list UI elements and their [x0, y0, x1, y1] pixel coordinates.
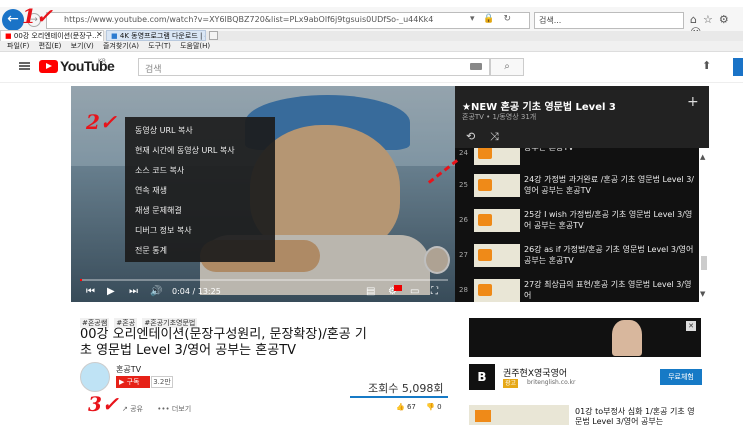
close-icon[interactable]: ✕ — [96, 30, 103, 39]
search-icon: ⌕ — [504, 61, 510, 72]
ctx-stats[interactable]: 전문 통계 — [125, 241, 275, 261]
share-button[interactable]: 공유 — [130, 405, 143, 413]
menu-file[interactable]: 파일(F) — [7, 41, 29, 51]
browser-search-field[interactable]: 검색... — [534, 12, 684, 29]
previous-icon[interactable]: ⏮ — [86, 286, 95, 297]
scroll-up-icon[interactable]: ▲ — [700, 153, 705, 161]
next-icon[interactable]: ⏭ — [129, 286, 138, 297]
ctx-loop[interactable]: 연속 재생 — [125, 181, 275, 201]
keyboard-icon[interactable] — [470, 63, 482, 70]
related-thumbnail[interactable] — [469, 405, 569, 425]
ctx-copy-url-time[interactable]: 현재 시간에 동영상 URL 복사 — [125, 141, 275, 161]
playlist-item[interactable]: 28 27강 최상급의 표현/혼공 기초 영문법 Level 3/영어 — [455, 277, 699, 302]
scrollbar-thumb[interactable] — [701, 256, 707, 270]
ad-banner[interactable] — [469, 318, 701, 357]
region-label: KR — [98, 58, 107, 65]
youtube-logo-text[interactable]: YouTube — [60, 58, 115, 74]
like-ratio-bar — [350, 396, 448, 398]
playlist-thumbnail — [474, 209, 520, 232]
close-icon[interactable]: ✕ — [686, 321, 696, 331]
playlist-list: 24 공부는 혼공TV 25 24강 가정법 과거완료 /혼공 기초 영문법 L… — [455, 148, 699, 302]
annotation-2: 2✓ — [86, 110, 117, 134]
channel-name[interactable]: 혼공TV — [116, 364, 141, 375]
like-count: 67 — [406, 403, 416, 411]
time-display: 0:04 / 13:25 — [172, 287, 221, 296]
shuffle-icon[interactable]: ⤨ — [490, 130, 499, 144]
more-button[interactable]: 더보기 — [172, 405, 191, 413]
fullscreen-icon[interactable]: ⛶ — [431, 286, 438, 297]
menu-edit[interactable]: 편집(E) — [39, 41, 62, 51]
playlist-thumbnail — [474, 279, 520, 302]
menu-icon[interactable] — [19, 62, 30, 70]
playlist-item[interactable]: 27 26강 as if 가정법/혼공 기초 영문법 Level 3/영어 공부… — [455, 242, 699, 269]
progress-fill — [80, 279, 82, 281]
view-count: 조회수 5,098회 — [368, 382, 444, 395]
menu-tools[interactable]: 도구(T) — [148, 41, 171, 51]
annotation-3: 3✓ — [88, 392, 119, 416]
advertiser-logo[interactable]: B — [469, 364, 495, 390]
related-title[interactable]: 01강 to부정사 심화 1/혼공 기초 영문법 Level 3/영어 공부는 — [575, 407, 700, 425]
add-icon[interactable]: + — [687, 94, 699, 110]
dislike-count: 0 — [437, 403, 442, 411]
ad-url: britenglish.co.kr — [527, 379, 576, 386]
ad-cta-button[interactable]: 무료체험 — [660, 369, 702, 385]
playlist-item[interactable]: 25 24강 가정법 과거완료 /혼공 기초 영문법 Level 3/영어 공부… — [455, 172, 699, 199]
menu-help[interactable]: 도움말(H) — [180, 41, 210, 51]
ctx-debug-info[interactable]: 디버그 정보 복사 — [125, 221, 275, 241]
ctx-troubleshoot[interactable]: 재생 문제해결 — [125, 201, 275, 221]
share-icon[interactable]: ↗ — [122, 405, 128, 413]
new-tab-button[interactable] — [209, 31, 218, 40]
play-icon[interactable]: ▶ — [107, 286, 115, 297]
theater-mode-icon[interactable]: ▭ — [410, 286, 419, 297]
progress-bar[interactable] — [80, 279, 448, 281]
playlist-thumbnail — [474, 174, 520, 197]
playlist-title[interactable]: ★NEW 혼공 기초 영문법 Level 3 — [462, 98, 616, 113]
annotation-1: 1✓ — [22, 4, 53, 28]
ctx-copy-embed[interactable]: 소스 코드 복사 — [125, 161, 275, 181]
channel-avatar[interactable] — [80, 362, 110, 392]
menu-favorites[interactable]: 즐겨찾기(A) — [103, 41, 139, 51]
url-actions-icon[interactable]: ▾ 🔒 ↻ — [470, 14, 514, 24]
hd-badge — [394, 285, 402, 291]
advertiser-name[interactable]: 권주현X영국영어 — [503, 366, 567, 379]
subscribe-button[interactable]: ▶ 구독 — [116, 376, 150, 388]
video-title: 00강 오리엔테이션(문장구성원리, 문장확장)/혼공 기초 영문법 Level… — [80, 327, 367, 358]
menu-bar: 파일(F) 편집(E) 보기(V) 즐겨찾기(A) 도구(T) 도움말(H) — [0, 41, 743, 52]
like-icon[interactable]: 👍 — [396, 403, 405, 411]
loop-icon[interactable]: ⟲ — [466, 130, 475, 143]
tab-youtube[interactable]: ■ 00강 오리엔테이션(문장구... — [0, 30, 104, 41]
back-button[interactable]: ← — [2, 9, 24, 31]
youtube-logo-icon[interactable] — [39, 60, 58, 73]
playlist-scrollbar[interactable] — [699, 148, 709, 302]
playlist-subtitle: 혼공TV • 1/동영상 31개 — [462, 113, 537, 121]
url-text: https://www.youtube.com/watch?v=XY6lBQBZ… — [64, 15, 434, 24]
scroll-down-icon[interactable]: ▼ — [700, 290, 705, 298]
more-icon[interactable]: ••• — [157, 405, 169, 413]
search-button[interactable]: ⌕ — [490, 58, 524, 76]
ad-badge: 광고 — [503, 379, 519, 388]
tab-4k-download[interactable]: ■ 4K 동영프로그램 다운로드 | 4... — [106, 30, 206, 41]
ad-image — [612, 320, 642, 356]
subtitles-icon[interactable]: ▤ — [366, 286, 375, 297]
playlist-thumbnail — [474, 148, 520, 165]
ctx-copy-url[interactable]: 동영상 URL 복사 — [125, 121, 275, 141]
sign-in-button[interactable] — [733, 58, 743, 76]
playlist-item[interactable]: 24 공부는 혼공TV — [455, 148, 699, 167]
player-context-menu: 동영상 URL 복사 현재 시간에 동영상 URL 복사 소스 코드 복사 연속… — [125, 117, 275, 262]
volume-icon[interactable]: 🔊 — [150, 286, 162, 297]
menu-view[interactable]: 보기(V) — [71, 41, 94, 51]
dislike-icon[interactable]: 👎 — [426, 403, 435, 411]
playlist-item[interactable]: 26 25강 I wish 가정법/혼공 기초 영문법 Level 3/영어 공… — [455, 207, 699, 234]
youtube-search-input[interactable]: 검색 — [138, 58, 490, 76]
like-dislike: 👍 67 👎 0 — [396, 403, 442, 411]
playlist-thumbnail — [474, 244, 520, 267]
subscriber-count: 3.2만 — [151, 376, 173, 388]
upload-icon[interactable]: ⬆ — [702, 59, 711, 72]
